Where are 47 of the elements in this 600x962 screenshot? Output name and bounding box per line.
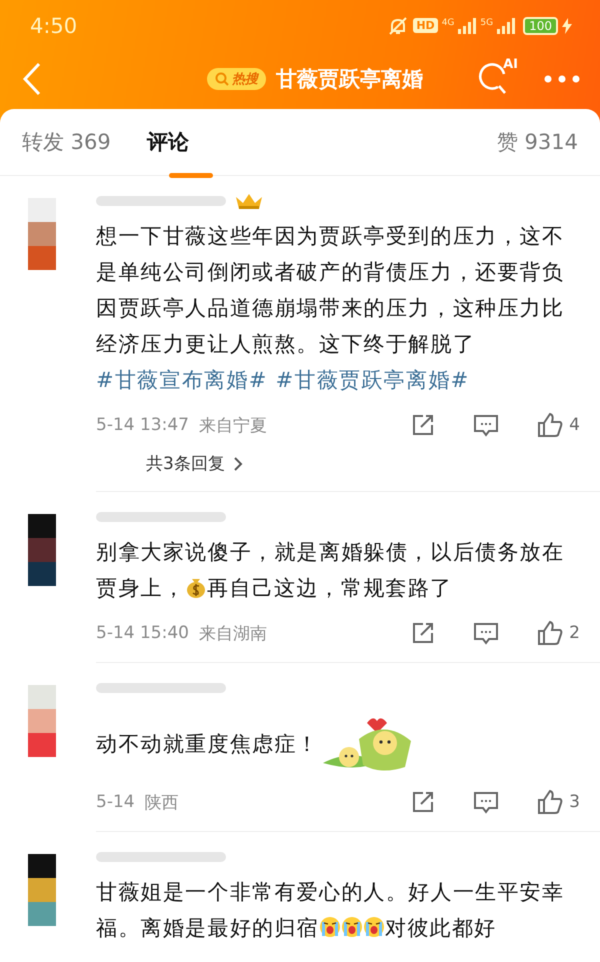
chevron-icon bbox=[232, 456, 243, 472]
comment-icon[interactable] bbox=[473, 790, 500, 814]
network-label: 5G bbox=[480, 18, 494, 28]
comment-date: 5-14 15:40 bbox=[96, 623, 189, 643]
like-button[interactable]: 3 bbox=[537, 789, 580, 815]
crying-face-icon bbox=[363, 916, 385, 938]
like-button[interactable]: 2 bbox=[537, 620, 580, 646]
comment-icon[interactable] bbox=[473, 413, 500, 437]
crying-face-icon bbox=[341, 916, 363, 938]
thumbs-up-icon bbox=[537, 620, 564, 646]
comment-location: 陕西 bbox=[144, 792, 179, 814]
likes-count[interactable]: 赞 9314 bbox=[496, 128, 578, 156]
search-icon bbox=[215, 72, 229, 86]
hashtag-link[interactable]: #甘薇宣布离婚# bbox=[96, 368, 268, 392]
hd-label: HD bbox=[413, 18, 438, 34]
comment-location: 来自湖南 bbox=[198, 622, 267, 644]
comment-text: 动不动就重度焦虑症！ bbox=[96, 705, 580, 775]
tab[interactable]: 评论 bbox=[146, 128, 189, 156]
comment-text: 别拿大家说傻子，就是离婚躲债，以后债务放在贾身上， 再自己这边，常规套路了 bbox=[96, 539, 566, 602]
thumbs-up-icon bbox=[537, 789, 564, 815]
comment-date: 5-14 bbox=[96, 792, 135, 812]
replies-link[interactable]: 共3条回复 bbox=[96, 452, 243, 475]
hashtag-link[interactable]: #甘薇贾跃亭离婚# bbox=[276, 368, 470, 392]
signal-icon bbox=[458, 16, 476, 35]
mute-icon bbox=[387, 16, 410, 36]
charging-icon bbox=[562, 18, 572, 34]
more-icon[interactable] bbox=[544, 75, 580, 84]
share-icon[interactable] bbox=[411, 790, 436, 814]
comment-text: 甘薇姐是一个非常有爱心的人。好人一生平安幸福。离婚是最好的归宿 对彼此都好 bbox=[96, 879, 566, 942]
thumbs-up-icon bbox=[537, 412, 564, 438]
signal-icon bbox=[497, 16, 516, 35]
money-bag-icon bbox=[185, 576, 208, 598]
comment-icon[interactable] bbox=[473, 621, 500, 645]
crying-face-icon bbox=[319, 916, 341, 938]
comment-location: 来自宁夏 bbox=[198, 414, 267, 436]
battery-level: 100 bbox=[523, 16, 558, 35]
tab[interactable]: 转发 369 bbox=[22, 128, 111, 156]
network-label: 4G bbox=[442, 18, 454, 28]
comment-date: 5-14 13:47 bbox=[96, 415, 189, 435]
status-time: 4:50 bbox=[30, 14, 78, 38]
share-icon[interactable] bbox=[411, 413, 436, 437]
like-button[interactable]: 4 bbox=[537, 412, 580, 438]
comment-text: 想一下甘薇这些年因为贾跃亭受到的压力，这不是单纯公司倒闭或者破产的背债压力，还要背负因贾跃亭人品道德崩塌带来的压力，这种压力比经济压力更让人煎熬。这下终于解脱了 #甘薇宣布离婚# #甘薇贾跃亭离婚# bbox=[96, 223, 566, 394]
ai-search-button[interactable]: AI bbox=[478, 60, 516, 98]
page-title: 甘薇贾跃亭离婚 bbox=[276, 66, 423, 94]
tab-indicator bbox=[168, 173, 213, 178]
share-icon[interactable] bbox=[411, 621, 436, 645]
